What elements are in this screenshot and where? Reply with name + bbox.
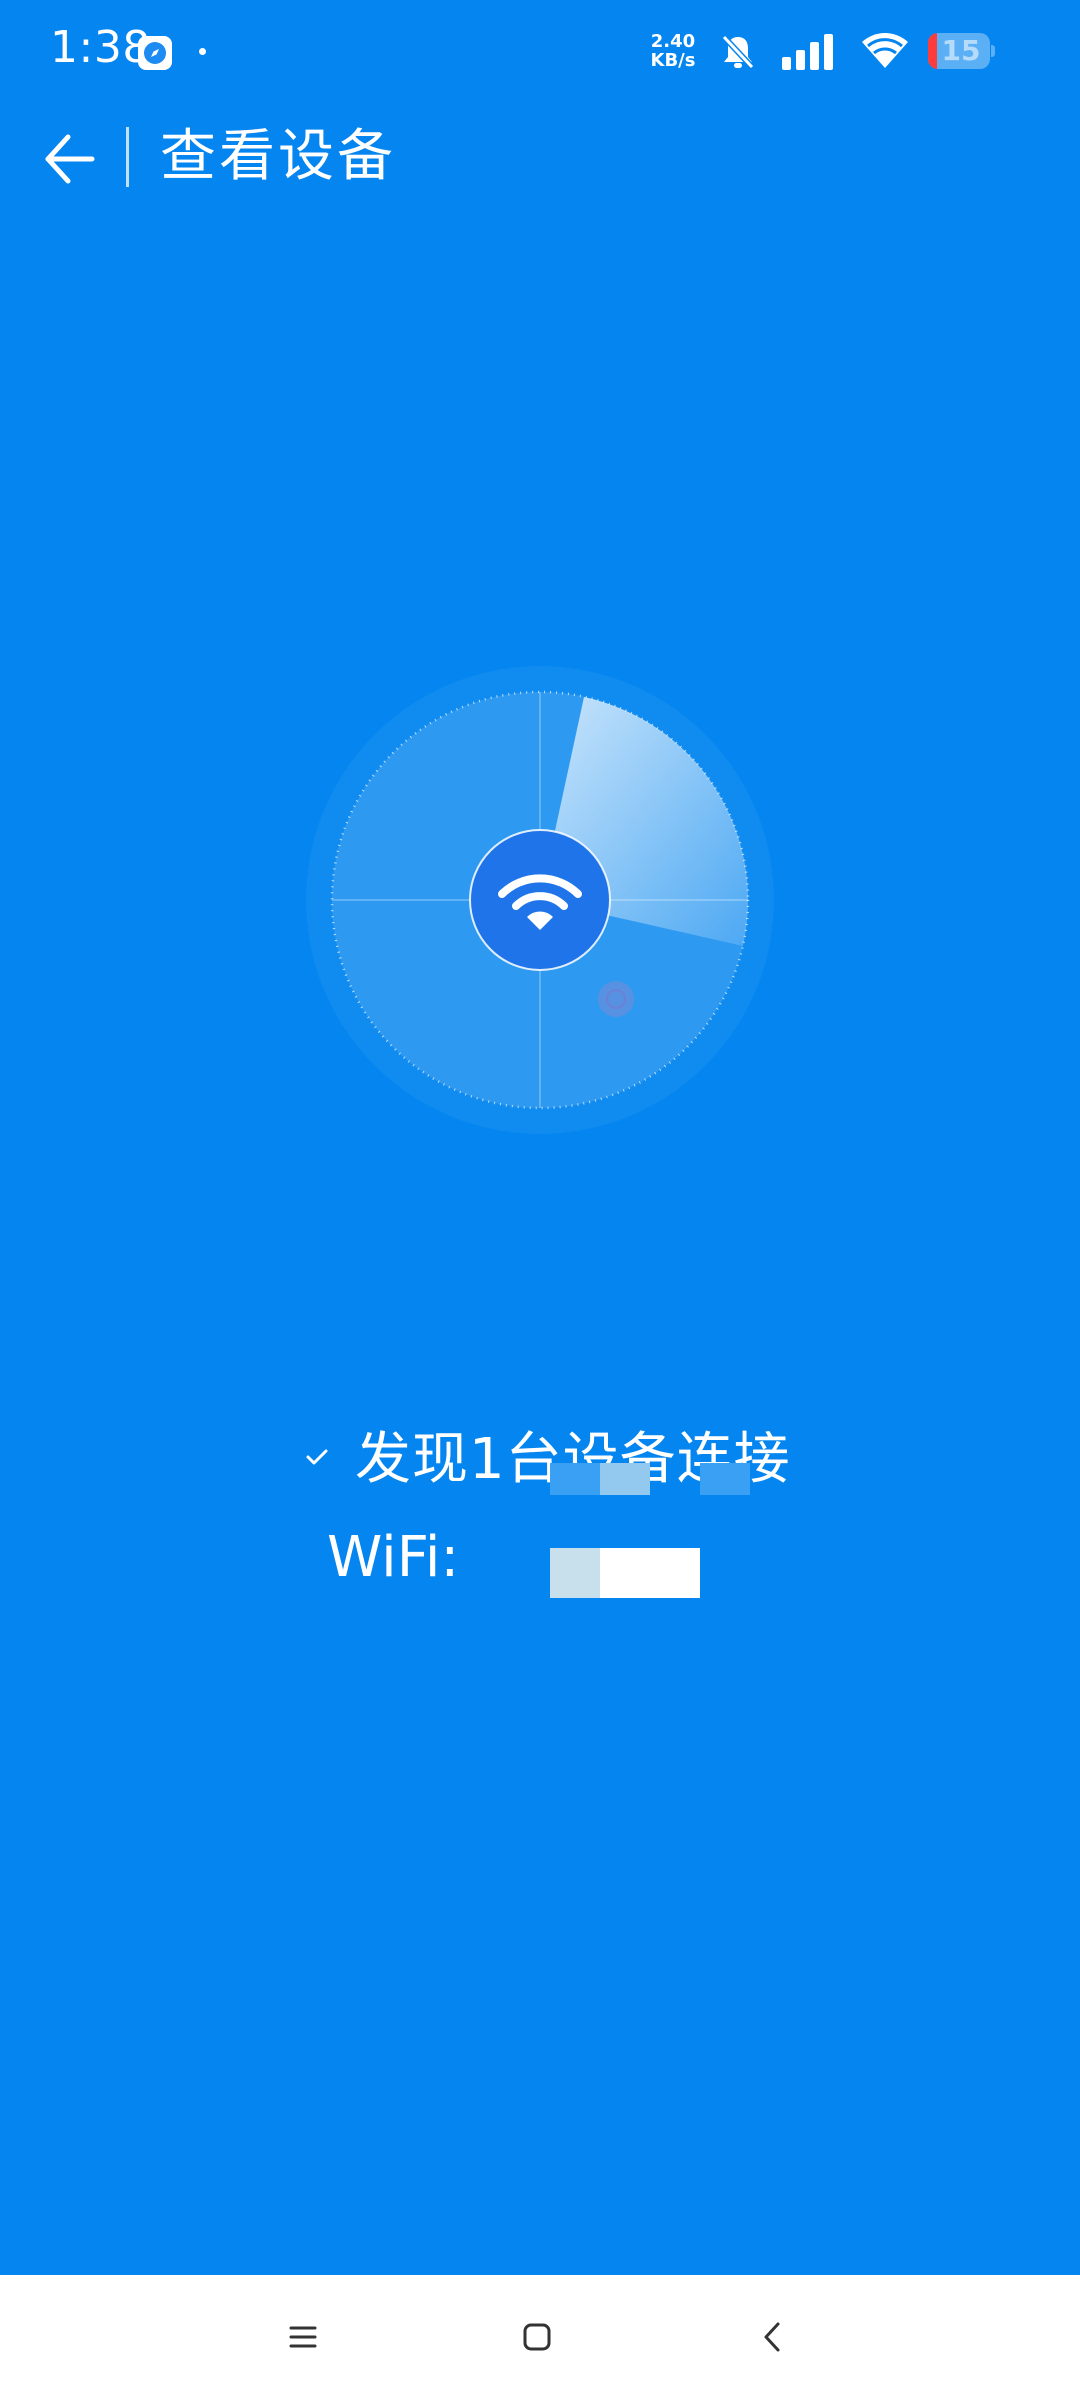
page-title: 查看设备 <box>160 124 396 189</box>
back-button[interactable] <box>30 124 110 194</box>
header-divider <box>126 127 129 187</box>
back-icon <box>764 2322 780 2352</box>
arrow-left-icon <box>45 134 95 184</box>
home-button[interactable] <box>497 2297 577 2377</box>
net-speed-value: 2.40 <box>650 31 696 52</box>
system-back-button[interactable] <box>733 2297 813 2377</box>
radar-scanner <box>306 666 774 1134</box>
found-devices-line: 发现1台设备连接 <box>305 1425 805 1495</box>
net-speed: 2.40 KB/s <box>646 32 700 70</box>
wifi-label: WiFi: <box>327 1525 460 1590</box>
battery-icon: 15 <box>928 33 996 69</box>
redaction-mask <box>550 1463 605 1495</box>
battery-level <box>928 33 938 69</box>
home-icon <box>523 2323 551 2351</box>
wifi-icon <box>862 33 908 68</box>
battery-text: 15 <box>941 34 981 67</box>
menu-icon <box>289 2326 317 2348</box>
status-time: 1:38 <box>50 22 151 73</box>
bell-off-icon <box>721 34 755 70</box>
check-icon <box>306 1449 328 1465</box>
status-bar: 1:38 2.40 KB/s 15 <box>0 0 1080 100</box>
dot-icon <box>199 48 206 55</box>
wifi-info-line: WiFi: <box>327 1520 827 1598</box>
device-dot <box>598 981 634 1017</box>
header: 查看设备 <box>0 112 1080 202</box>
compass-app-icon <box>138 36 172 70</box>
navigation-bar <box>0 2275 1080 2400</box>
redaction-mask <box>600 1463 650 1495</box>
redaction-mask <box>700 1463 750 1495</box>
battery-cap <box>991 45 995 57</box>
redaction-mask <box>550 1548 600 1598</box>
redaction-mask <box>600 1548 700 1598</box>
signal-icon <box>782 34 833 70</box>
recent-apps-button[interactable] <box>263 2297 343 2377</box>
net-speed-unit: KB/s <box>650 50 696 71</box>
